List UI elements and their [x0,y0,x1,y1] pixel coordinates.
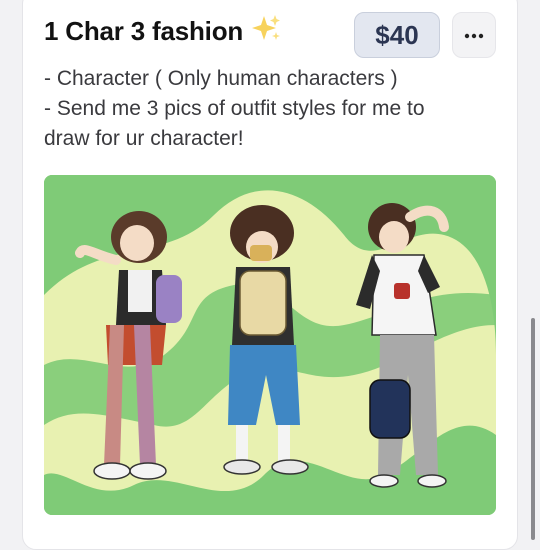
ellipsis-icon [464,26,484,44]
artwork-illustration [44,175,496,515]
sparkles-icon [251,14,281,49]
example-artwork-image[interactable] [44,175,496,515]
description-line: - Character ( Only human characters ) [44,67,398,90]
price-badge: $40 [354,12,440,58]
card-header: 1 Char 3 fashion $40 [0,0,540,70]
listing-title-text: 1 Char 3 fashion [44,16,244,46]
description-line: draw for ur character! [44,127,244,150]
more-options-button[interactable] [452,12,496,58]
listing-description: - Character ( Only human characters ) - … [44,64,494,154]
description-line: - Send me 3 pics of outfit styles for me… [44,97,425,120]
scrollbar-thumb[interactable] [531,318,535,540]
listing-title: 1 Char 3 fashion [44,14,281,49]
